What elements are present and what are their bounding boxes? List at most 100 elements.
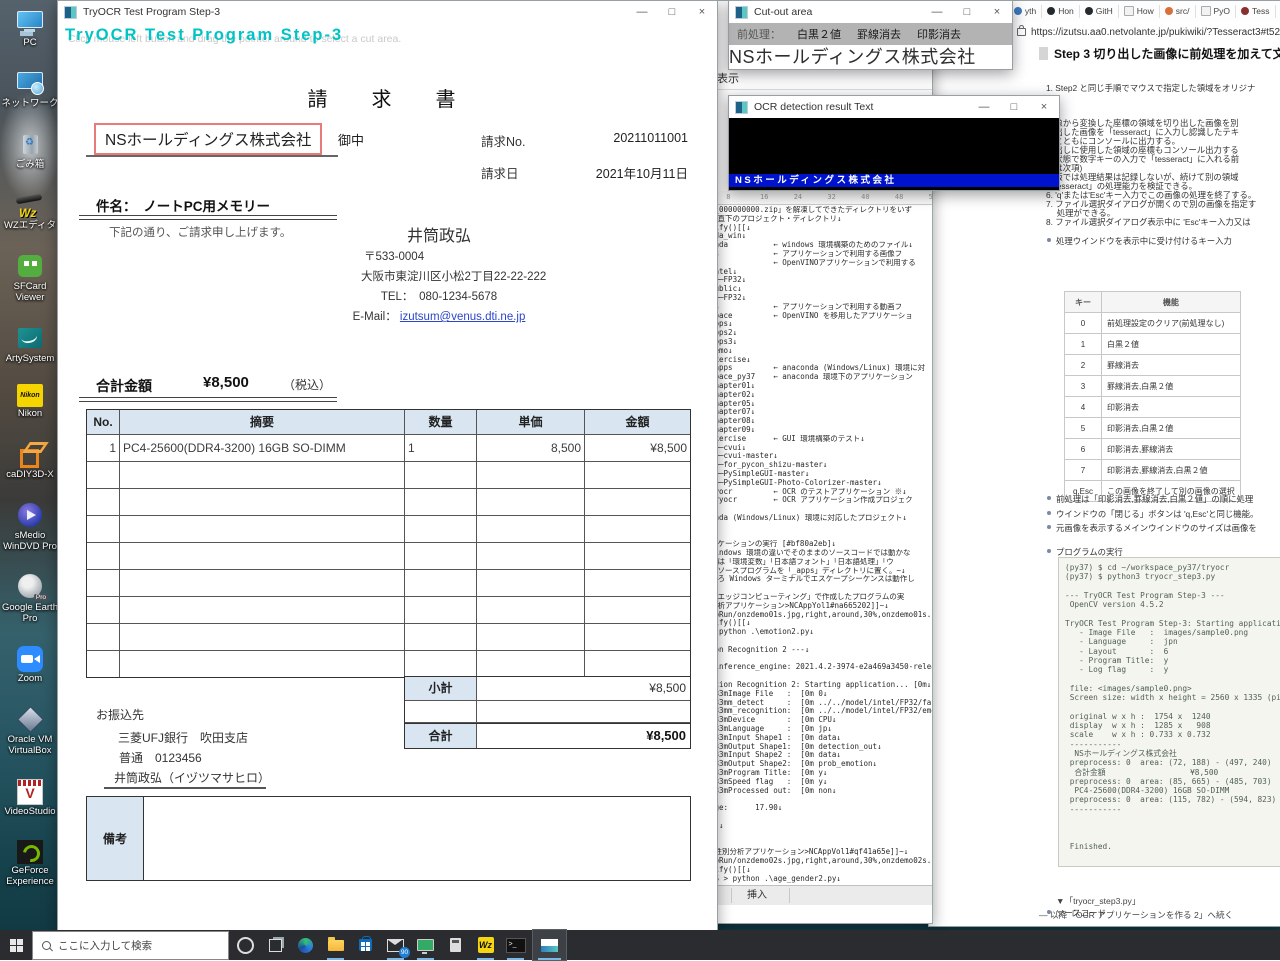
browser-tab-label: yth bbox=[1025, 6, 1036, 16]
browser-tab[interactable] bbox=[1276, 5, 1280, 18]
store-icon bbox=[359, 939, 372, 951]
browser-tab[interactable]: PyO bbox=[1196, 5, 1237, 18]
terminal-line bbox=[1065, 582, 1280, 591]
desktop-icon[interactable]: GeForce Experience bbox=[1, 838, 59, 888]
editor-line: es ← アプリケーションで利用する動画フ bbox=[710, 303, 932, 312]
start-button[interactable] bbox=[0, 930, 32, 960]
editor-line: apps2↓ bbox=[710, 329, 932, 338]
window-icon bbox=[735, 101, 748, 114]
maximize-button[interactable]: □ bbox=[657, 1, 687, 23]
terminal-line bbox=[1065, 814, 1280, 823]
editor-line bbox=[710, 839, 932, 848]
editor-line: ころ Windows ターミナルでエスケープシーケンスは動作し bbox=[710, 575, 932, 584]
maximize-button[interactable]: □ bbox=[999, 96, 1029, 118]
desktop-icon[interactable]: ネットワーク bbox=[1, 69, 59, 110]
ocr-title-bar[interactable]: OCR detection result Text — □ × bbox=[729, 96, 1059, 118]
terminal-output-box: (py37) $ cd ~/workspace_py37/tryocr(py37… bbox=[1058, 557, 1280, 867]
browser-tab[interactable]: GitH bbox=[1080, 5, 1119, 18]
editor-line: chapter05↓ bbox=[710, 400, 932, 409]
wiki-bullet-keys: 処理ウインドウを表示中に受け付けるキー入力 bbox=[1046, 235, 1280, 247]
store-button[interactable] bbox=[352, 930, 379, 960]
desktop-icon[interactable]: Oracle VM VirtualBox bbox=[1, 705, 59, 757]
close-button[interactable]: × bbox=[687, 1, 717, 23]
app-icon bbox=[16, 69, 44, 97]
editor-line: └─PySimpleGUI-Photo-Colorizer-master↓ bbox=[710, 479, 932, 488]
browser-tab[interactable]: yth bbox=[1009, 5, 1042, 18]
bank-name: 三菱UFJ銀行 吹田支店 bbox=[118, 729, 248, 746]
invoice-no-value: 20211011001 bbox=[548, 131, 688, 145]
preprocess-remove-lines[interactable]: 罫線消去 bbox=[857, 26, 901, 42]
editor-line: プ直下のプロジェクト・ディレクトリ↓ bbox=[710, 215, 932, 224]
editor-line: inference_engine: 2021.4.2-3974-e2a469a3… bbox=[710, 663, 932, 672]
desktop-icon[interactable]: sMedio WinDVD Pro bbox=[1, 501, 59, 553]
image-viewer-button-active[interactable] bbox=[532, 929, 567, 961]
preprocess-binarize[interactable]: 白黒２値 bbox=[797, 26, 841, 42]
minimize-button[interactable]: — bbox=[969, 96, 999, 118]
mail-button[interactable]: 90 bbox=[382, 930, 409, 960]
desktop-icon[interactable]: Wz WZエディタ bbox=[1, 191, 59, 232]
editor-text-area[interactable]: e_000000000.zip」を解凍してできたディレクトリをいずプ直下のプロジ… bbox=[710, 206, 932, 884]
editor-menu-view[interactable]: 表示 bbox=[701, 70, 932, 90]
wz-editor-button[interactable]: Wz bbox=[472, 930, 499, 960]
editor-line: chapter09↓ bbox=[710, 426, 932, 435]
desktop-icon[interactable]: caDIY3D-X bbox=[1, 440, 59, 481]
desktop-icon[interactable]: Zoom bbox=[1, 645, 59, 685]
app-icon: Nikon bbox=[17, 384, 43, 407]
ocr-result-canvas: NSホールディングス株式会社 bbox=[729, 118, 1059, 190]
editor-line: exercise ← GUI 環境構築のテスト↓ bbox=[710, 435, 932, 444]
editor-line: _apps ← anaconda (Windows/Linux) 環境に対 bbox=[710, 364, 932, 373]
edge-button[interactable] bbox=[292, 930, 319, 960]
file-explorer-button[interactable] bbox=[322, 930, 349, 960]
terminal-line: ----------- bbox=[1065, 805, 1280, 814]
browser-tab-label: PyO bbox=[1214, 6, 1231, 16]
remote-display-button[interactable] bbox=[412, 930, 439, 960]
close-button[interactable]: × bbox=[1029, 96, 1059, 118]
close-button[interactable]: × bbox=[982, 1, 1012, 23]
browser-tab[interactable]: src/ bbox=[1160, 5, 1196, 18]
calculator-button[interactable] bbox=[442, 930, 469, 960]
browser-tab[interactable]: Tess bbox=[1236, 5, 1275, 18]
editor-line bbox=[710, 637, 932, 646]
editor-line: chapter08↓ bbox=[710, 417, 932, 426]
editor-line: ppRun/onzdemo01s.jpg,right,around,30%,on… bbox=[710, 611, 932, 620]
email-link[interactable]: izutsum@venus.dti.ne.jp bbox=[400, 311, 525, 323]
desktop-icon[interactable]: Nikon Nikon bbox=[1, 384, 59, 420]
cortana-button[interactable] bbox=[232, 930, 259, 960]
window-icon bbox=[735, 6, 748, 19]
editor-line: onda ← windows 環境構築のためのファイル↓ bbox=[710, 241, 932, 250]
browser-tab[interactable]: Hon bbox=[1042, 5, 1080, 18]
taskbar-search[interactable]: ここに入力して検索 bbox=[32, 931, 229, 960]
desktop-icon[interactable]: V VideoStudio bbox=[1, 777, 59, 818]
cutout-image-text: NSホールディングス株式会社 bbox=[729, 45, 1012, 69]
issuer-tel: TEL： 080-1234-5678 bbox=[304, 288, 574, 304]
preprocess-remove-stamp[interactable]: 印影消去 bbox=[917, 26, 961, 42]
honorific: 御中 bbox=[338, 130, 364, 149]
search-placeholder: ここに入力して検索 bbox=[58, 938, 152, 953]
total-label: 合計金額 bbox=[96, 376, 152, 396]
task-view-button[interactable] bbox=[262, 930, 289, 960]
editor-status-bar: 挿入 bbox=[701, 885, 932, 905]
editor-line: chapter01↓ bbox=[710, 382, 932, 391]
col-unit-price: 単価 bbox=[477, 410, 585, 435]
url-text[interactable]: https://izutsu.aa0.netvolante.jp/pukiwik… bbox=[1031, 27, 1280, 38]
minimize-button[interactable]: — bbox=[627, 1, 657, 23]
desktop-icon[interactable]: ArtySystem bbox=[1, 324, 59, 365]
source-file-link[interactable]: ▼「tryocr_step3.py」 bbox=[1056, 895, 1140, 907]
desktop-icon[interactable]: ごみ箱 bbox=[1, 130, 59, 171]
search-icon bbox=[42, 941, 51, 950]
cutout-title-bar[interactable]: Cut-out area — □ × bbox=[729, 1, 1012, 23]
console-button[interactable]: >_ bbox=[502, 930, 529, 960]
desktop-icon[interactable]: SFCard Viewer bbox=[1, 252, 59, 304]
minimize-button[interactable]: — bbox=[922, 1, 952, 23]
desktop-icon[interactable]: PC bbox=[1, 8, 59, 49]
maximize-button[interactable]: □ bbox=[952, 1, 982, 23]
browser-tab[interactable]: How bbox=[1119, 5, 1160, 18]
terminal-line: ----------- bbox=[1065, 740, 1280, 749]
browser-tab-label: Hon bbox=[1058, 6, 1074, 16]
key-table-row: 2罫線消去 bbox=[1065, 355, 1241, 376]
invoice-date-label: 請求日 bbox=[481, 163, 519, 182]
desktop-icon[interactable]: Pro Google Earth Pro bbox=[1, 573, 59, 625]
editor-line: ;33mOutput Shape2: [0m prob_emotion↓ bbox=[710, 760, 932, 769]
invoice-canvas[interactable]: Click mouse left button and drag the poi… bbox=[58, 23, 717, 932]
main-title-bar[interactable]: TryOCR Test Program Step-3 — □ × bbox=[58, 1, 717, 23]
